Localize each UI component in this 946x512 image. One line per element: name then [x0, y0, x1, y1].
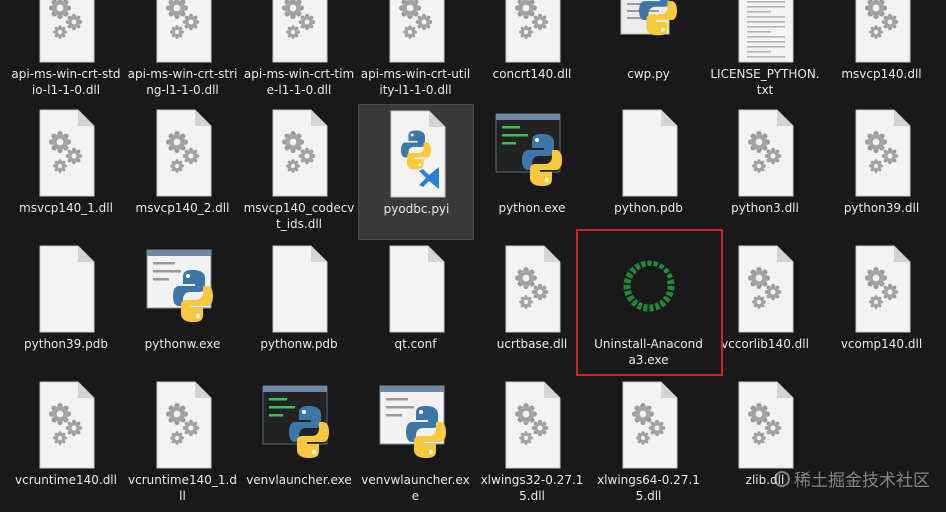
file-item[interactable]: python.pdb: [591, 104, 707, 240]
dll-gear-icon: [143, 0, 223, 66]
dll-gear-icon: [492, 0, 572, 66]
file-name-label: api-ms-win-crt-string-l1-1-0.dll: [127, 67, 238, 97]
file-item[interactable]: msvcp140_2.dll: [125, 104, 241, 240]
file-name-label: venvlauncher.exe: [246, 473, 352, 487]
file-item[interactable]: api-ms-win-crt-stdio-l1-1-0.dll: [8, 0, 124, 106]
file-item[interactable]: api-ms-win-crt-string-l1-1-0.dll: [125, 0, 241, 106]
file-name-label: LICENSE_PYTHON.txt: [710, 67, 820, 97]
watermark: 稀土掘金技术社区: [774, 466, 930, 491]
file-item[interactable]: venvwlauncher.exe: [358, 376, 474, 512]
file-item[interactable]: zlib.dll: [707, 376, 823, 512]
blank-file-icon: [26, 240, 106, 336]
file-item[interactable]: msvcp140_1.dll: [8, 104, 124, 240]
file-item[interactable]: vccorlib140.dll: [707, 240, 823, 376]
file-name-label: python.pdb: [614, 201, 683, 215]
file-item[interactable]: vcruntime140_1.dll: [125, 376, 241, 512]
file-item[interactable]: vcomp140.dll: [824, 240, 940, 376]
file-name-label: Uninstall-Anaconda3.exe: [594, 337, 703, 367]
file-name-label: qt.conf: [394, 337, 437, 351]
file-item[interactable]: LICENSE_PYTHON.txt: [707, 0, 823, 106]
dll-gear-icon: [609, 376, 689, 472]
file-name-label: api-ms-win-crt-time-l1-1-0.dll: [243, 67, 355, 97]
python-window-exe-icon: [143, 240, 223, 336]
file-item[interactable]: ucrtbase.dll: [474, 240, 590, 376]
file-name-label: venvwlauncher.exe: [361, 473, 470, 503]
dll-gear-icon: [26, 376, 106, 472]
file-item[interactable]: api-ms-win-crt-utility-l1-1-0.dll: [358, 0, 474, 106]
file-item[interactable]: msvcp140_codecvt_ids.dll: [241, 104, 357, 240]
anaconda-ring-icon: [609, 240, 689, 336]
file-name-label: xlwings32-0.27.15.dll: [480, 473, 584, 503]
dll-gear-icon: [725, 376, 805, 472]
blank-file-icon: [259, 240, 339, 336]
dll-gear-icon: [842, 104, 922, 200]
file-item[interactable]: cwp.py: [591, 0, 707, 106]
file-name-label: msvcp140_codecvt_ids.dll: [243, 201, 355, 231]
file-name-label: vcruntime140_1.dll: [128, 473, 237, 503]
file-item[interactable]: python.exe: [474, 104, 590, 240]
file-name-label: vcruntime140.dll: [15, 473, 117, 487]
dll-gear-icon: [725, 104, 805, 200]
file-name-label: vcomp140.dll: [840, 337, 923, 351]
file-item[interactable]: python3.dll: [707, 104, 823, 240]
file-item[interactable]: xlwings64-0.27.15.dll: [591, 376, 707, 512]
file-name-label: msvcp140_2.dll: [135, 201, 230, 215]
dll-gear-icon: [26, 104, 106, 200]
dll-gear-icon: [143, 104, 223, 200]
dll-gear-icon: [376, 0, 456, 66]
text-file-icon: [725, 0, 805, 66]
dll-gear-icon: [842, 0, 922, 66]
dll-gear-icon: [725, 240, 805, 336]
file-name-label: msvcp140_1.dll: [19, 201, 113, 215]
python-console-exe-icon: [259, 376, 339, 472]
file-item[interactable]: Uninstall-Anaconda3.exe: [591, 240, 707, 376]
file-item[interactable]: msvcp140.dll: [824, 0, 940, 106]
file-item[interactable]: python39.pdb: [8, 240, 124, 376]
file-name-label: xlwings64-0.27.15.dll: [597, 473, 700, 503]
watermark-logo-icon: [774, 470, 790, 487]
file-item[interactable]: pythonw.pdb: [241, 240, 357, 376]
file-item[interactable]: concrt140.dll: [474, 0, 590, 106]
blank-file-icon: [376, 240, 456, 336]
dll-gear-icon: [259, 104, 339, 200]
file-item[interactable]: pythonw.exe: [125, 240, 241, 376]
file-item[interactable]: venvlauncher.exe: [241, 376, 357, 512]
python-script-icon: [609, 0, 689, 66]
file-name-label: msvcp140.dll: [841, 67, 922, 81]
file-name-label: python3.dll: [731, 201, 799, 215]
file-name-label: python39.pdb: [24, 337, 108, 351]
file-item[interactable]: vcruntime140.dll: [8, 376, 124, 512]
file-name-label: ucrtbase.dll: [496, 337, 568, 351]
file-name-label: python.exe: [498, 201, 566, 215]
file-name-label: vccorlib140.dll: [721, 337, 809, 351]
file-item[interactable]: pyodbc.pyi: [357, 104, 474, 240]
file-name-label: python39.dll: [843, 201, 920, 215]
dll-gear-icon: [492, 376, 572, 472]
file-item[interactable]: api-ms-win-crt-time-l1-1-0.dll: [241, 0, 357, 106]
python-console-exe-icon: [492, 104, 572, 200]
file-item[interactable]: xlwings32-0.27.15.dll: [474, 376, 590, 512]
file-name-label: concrt140.dll: [492, 67, 572, 81]
dll-gear-icon: [842, 240, 922, 336]
file-name-label: api-ms-win-crt-utility-l1-1-0.dll: [360, 67, 471, 97]
file-name-label: pyodbc.pyi: [383, 202, 450, 216]
dll-gear-icon: [492, 240, 572, 336]
dll-gear-icon: [143, 376, 223, 472]
file-item[interactable]: python39.dll: [824, 104, 940, 240]
file-item[interactable]: qt.conf: [358, 240, 474, 376]
dll-gear-icon: [259, 0, 339, 66]
vscode-python-file-icon: [377, 105, 457, 201]
file-name-label: cwp.py: [627, 67, 670, 81]
file-name-label: pythonw.exe: [144, 337, 221, 351]
file-name-label: api-ms-win-crt-stdio-l1-1-0.dll: [11, 67, 121, 97]
watermark-text: 稀土掘金技术社区: [794, 471, 930, 491]
dll-gear-icon: [26, 0, 106, 66]
file-grid: api-ms-win-crt-stdio-l1-1-0.dll api-ms-wi…: [0, 0, 946, 509]
file-name-label: pythonw.pdb: [260, 337, 338, 351]
python-window-exe-icon: [376, 376, 456, 472]
blank-file-icon: [609, 104, 689, 200]
